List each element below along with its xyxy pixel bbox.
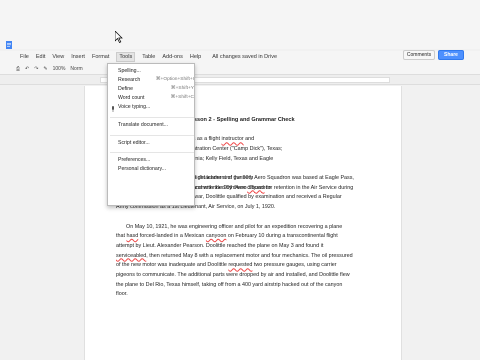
paragraph-line: of the new motor was inadequate and Dool…	[116, 262, 337, 269]
menu-item-define[interactable]: Define ⌘+Shift+Y	[118, 86, 194, 95]
paragraph-line: floor.	[116, 291, 128, 298]
undo-icon[interactable]: ↶	[25, 66, 29, 72]
paragraph-line: that hasd forced-landed in a Mexican can…	[116, 233, 338, 240]
menu-insert[interactable]: Insert	[71, 54, 85, 60]
style-select[interactable]: Norm	[70, 66, 82, 72]
menu-divider	[110, 135, 194, 136]
print-icon[interactable]: ⎙	[16, 66, 20, 72]
menu-help[interactable]: Help	[190, 54, 201, 60]
menu-divider	[110, 117, 194, 118]
menu-view[interactable]: View	[52, 54, 64, 60]
top-bar	[0, 0, 480, 49]
menu-item-voice-typing[interactable]: Voice typing...	[118, 104, 194, 113]
menu-item-preferences[interactable]: Preferences...	[118, 157, 194, 166]
microphone-icon	[112, 106, 114, 112]
menu-file[interactable]: File	[20, 54, 29, 60]
menu-item-word-count[interactable]: Word count ⌘+Shift+C	[118, 95, 194, 104]
menu-item-script-editor[interactable]: Script editor...	[118, 140, 194, 149]
app-window: File Edit View Insert Format Tools Table…	[0, 0, 480, 360]
tools-menu: Spelling... Research ⌘+Option+Shift+I Def…	[107, 63, 195, 206]
ruler	[0, 75, 480, 85]
menu-item-research[interactable]: Research ⌘+Option+Shift+I	[118, 77, 194, 86]
menu-item-personal-dictionary[interactable]: Personal dictionary...	[118, 166, 194, 175]
paragraph-line: serviceabled, then returned May 8 with a…	[116, 252, 353, 259]
menu-item-translate[interactable]: Translate document...	[118, 122, 194, 131]
redo-icon[interactable]: ↷	[34, 66, 38, 72]
save-status: All changes saved in Drive	[212, 54, 277, 60]
menu-item-spelling[interactable]: Spelling...	[118, 68, 194, 77]
paragraph-line: pigeons to communicate. The additional p…	[116, 272, 350, 279]
comments-button[interactable]: Comments	[403, 50, 435, 60]
menu-add-ons[interactable]: Add-ons	[162, 54, 183, 60]
paint-format-icon[interactable]: ✎	[43, 66, 47, 72]
paragraph-line: attempt by Lieut. Alexander Pearson. Doo…	[116, 242, 324, 249]
menu-table[interactable]: Table	[142, 54, 155, 60]
paragraph-line: On May 10, 1921, he was engineering offi…	[126, 223, 343, 230]
toolbar: ⎙ ↶ ↷ ✎ 100% Norm	[0, 63, 480, 75]
paragraph-line: the plane to Del Rio, Texas himself, tak…	[116, 281, 343, 288]
docs-logo-icon[interactable]	[4, 40, 14, 50]
menu-edit[interactable]: Edit	[36, 54, 45, 60]
share-button[interactable]: Share	[438, 50, 464, 60]
mouse-cursor-icon	[115, 31, 123, 43]
menu-format[interactable]: Format	[92, 54, 109, 60]
menu-tools[interactable]: Tools	[116, 52, 136, 62]
zoom-select[interactable]: 100%	[53, 66, 66, 72]
menu-divider	[110, 152, 194, 153]
